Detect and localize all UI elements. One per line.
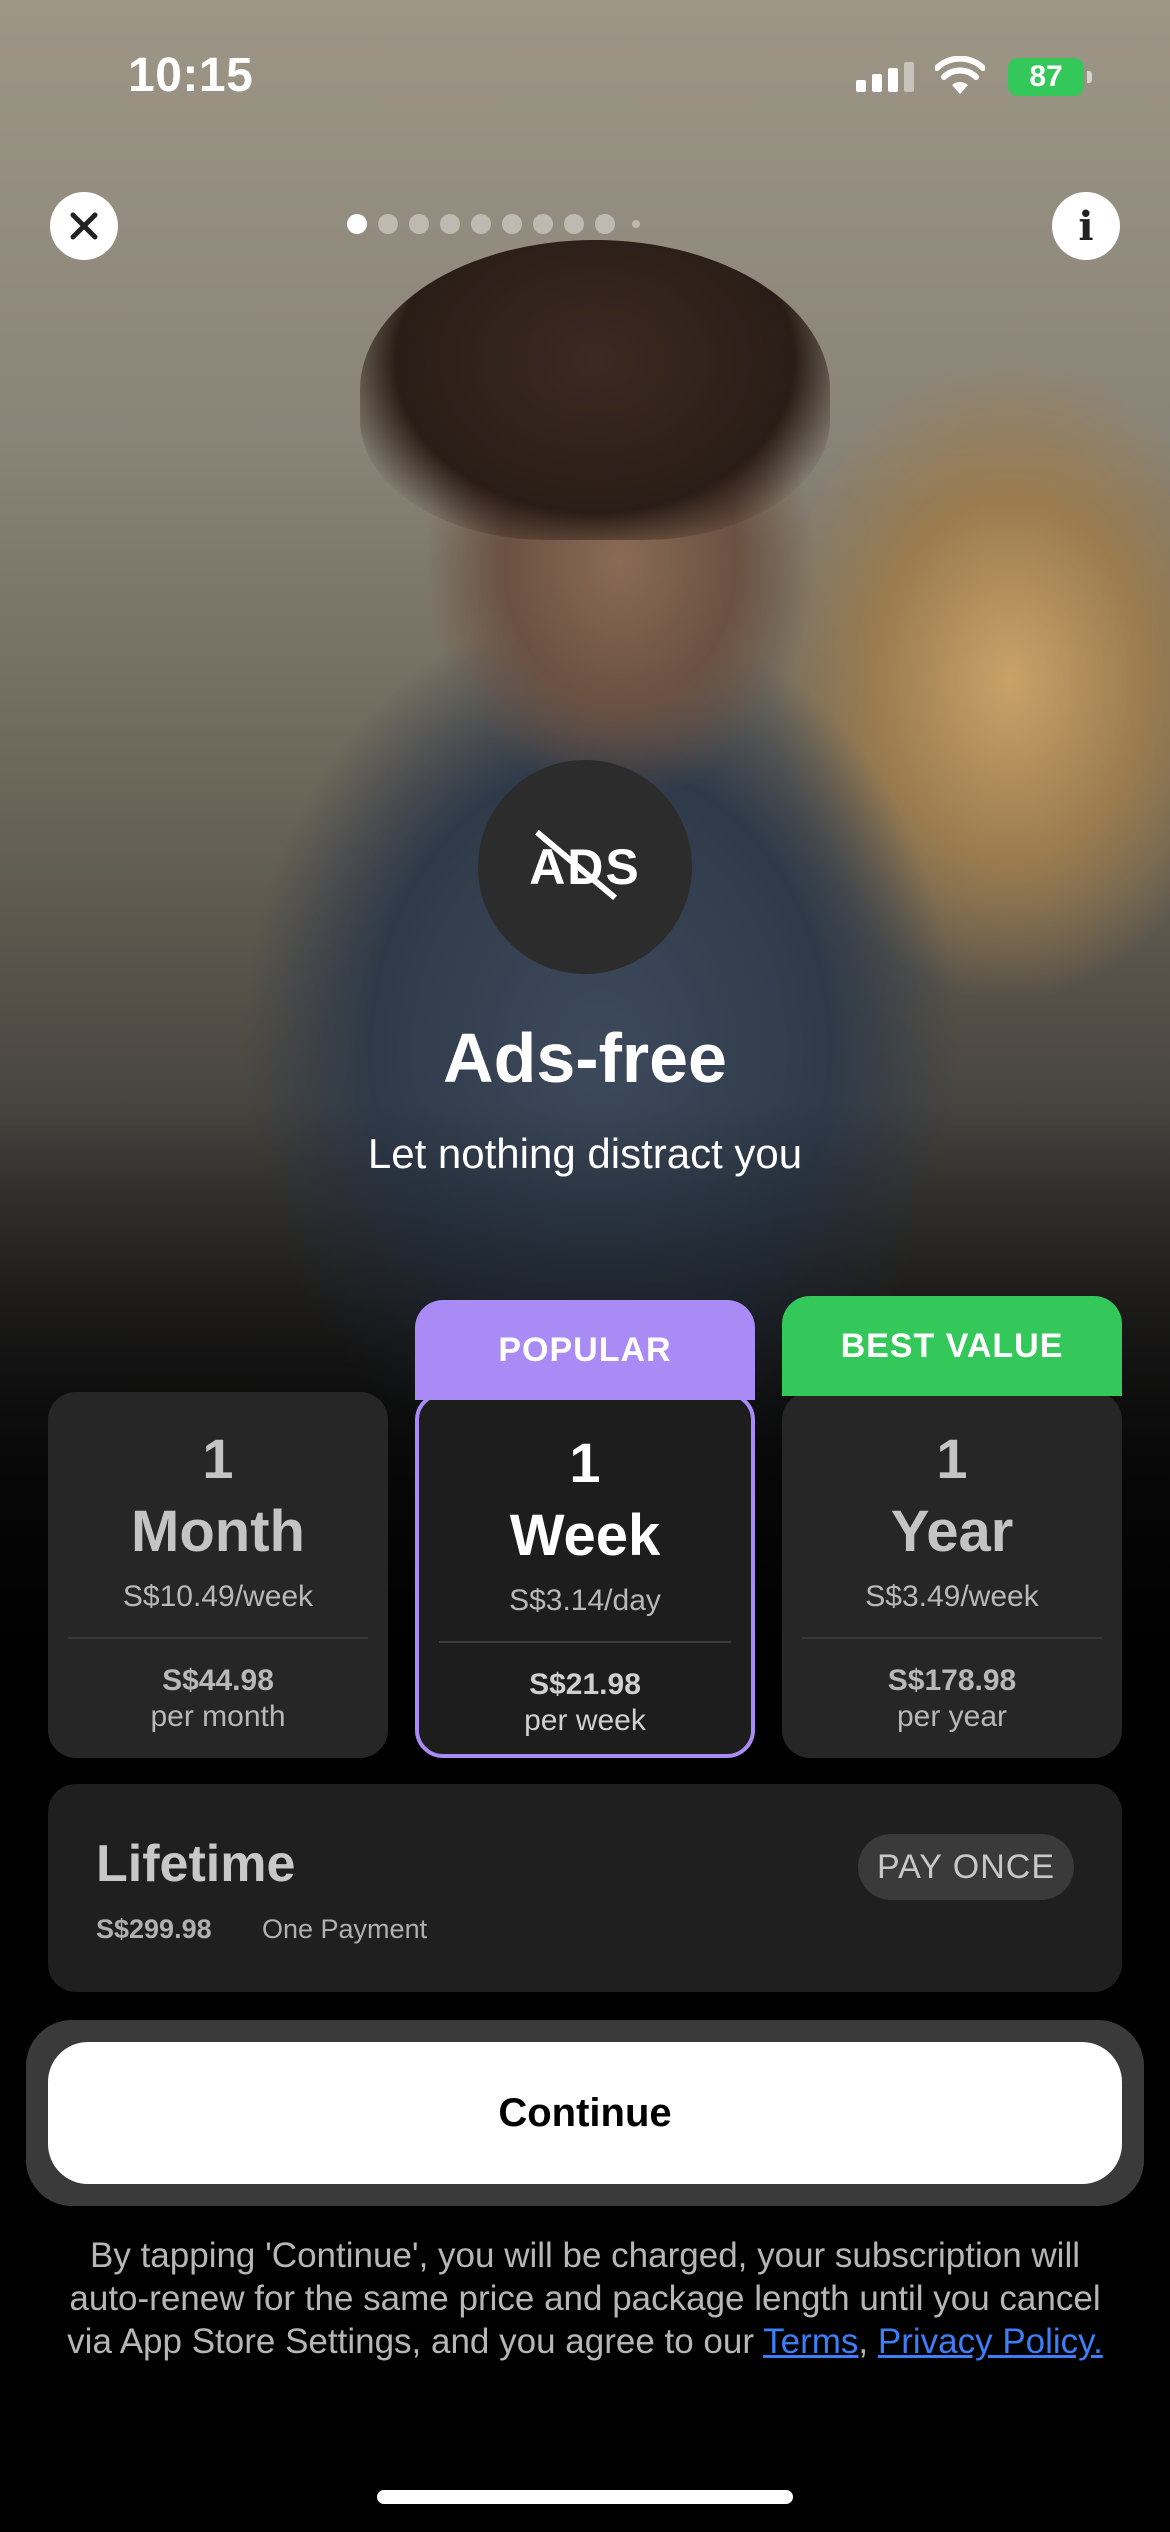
page-dot: [440, 214, 460, 234]
photo-subject: [360, 240, 830, 540]
legal-disclaimer: By tapping 'Continue', you will be charg…: [60, 2234, 1110, 2363]
page-indicator[interactable]: [0, 212, 1170, 236]
privacy-policy-link[interactable]: Privacy Policy.: [878, 2322, 1103, 2361]
plan-duration-number: 1: [569, 1431, 601, 1494]
terms-link[interactable]: Terms: [763, 2322, 858, 2361]
plan-duration-unit: Year: [890, 1499, 1014, 1564]
plan-duration-number: 1: [202, 1427, 234, 1490]
wifi-icon: [935, 56, 985, 94]
best-value-badge: BEST VALUE: [782, 1296, 1122, 1396]
plan-price: S$21.98: [529, 1668, 641, 1701]
plan-card-year[interactable]: BEST VALUE 1 Year S$3.49/week S$178.98 p…: [782, 1296, 1122, 1758]
page-dot: [502, 214, 522, 234]
page-dot: [378, 214, 398, 234]
plan-duration-unit: Month: [131, 1499, 305, 1564]
page-dot: [595, 214, 615, 234]
page-dot: [564, 214, 584, 234]
lifetime-note: One Payment: [262, 1914, 428, 1944]
cellular-signal-icon: [856, 60, 914, 92]
info-button[interactable]: i: [1052, 192, 1120, 260]
plan-duration-number: 1: [936, 1427, 968, 1490]
legal-separator: ,: [858, 2322, 869, 2361]
plan-duration-unit: Week: [509, 1503, 661, 1568]
plan-card-lifetime[interactable]: Lifetime S$299.98 One Payment PAY ONCE: [48, 1784, 1122, 1992]
plan-rate: S$3.14/day: [509, 1584, 661, 1617]
plan-rate: S$10.49/week: [122, 1580, 314, 1613]
page-dot: [471, 214, 491, 234]
feature-subtitle: Let nothing distract you: [367, 1130, 803, 1177]
info-icon: i: [1078, 202, 1094, 250]
feature-title: Ads-free: [443, 1019, 727, 1097]
plan-period: per week: [524, 1704, 646, 1737]
page-dot: [409, 214, 429, 234]
status-bar: 10:15 87: [0, 0, 1170, 150]
lifetime-price: S$299.98: [96, 1914, 212, 1944]
plan-divider: [439, 1641, 731, 1643]
plan-divider: [68, 1637, 368, 1639]
continue-button-container: Continue: [26, 2020, 1144, 2206]
page-dot: [533, 214, 553, 234]
page-dot-active: [347, 214, 367, 234]
no-ads-icon-label: ADS: [529, 839, 641, 895]
page-dot: [632, 220, 640, 228]
status-time: 10:15: [128, 49, 254, 102]
plan-rate: S$3.49/week: [865, 1580, 1039, 1613]
plan-card-month[interactable]: 1 Month S$10.49/week S$44.98 per month: [48, 1392, 388, 1758]
plan-price: S$44.98: [162, 1664, 274, 1697]
plan-price: S$178.98: [887, 1664, 1017, 1697]
plan-period: per month: [150, 1700, 286, 1733]
battery-level: 87: [1029, 60, 1063, 93]
plan-card-week[interactable]: POPULAR 1 Week S$3.14/day S$21.98 per we…: [415, 1300, 755, 1758]
plan-divider: [802, 1637, 1102, 1639]
no-ads-icon: ADS: [478, 760, 692, 974]
lifetime-title: Lifetime: [96, 1835, 296, 1893]
home-indicator[interactable]: [377, 2490, 793, 2504]
popular-badge: POPULAR: [415, 1300, 755, 1400]
plan-period: per year: [896, 1700, 1008, 1733]
continue-button[interactable]: Continue: [48, 2042, 1122, 2184]
battery-icon: 87: [1008, 58, 1092, 96]
pay-once-badge: PAY ONCE: [858, 1834, 1074, 1900]
